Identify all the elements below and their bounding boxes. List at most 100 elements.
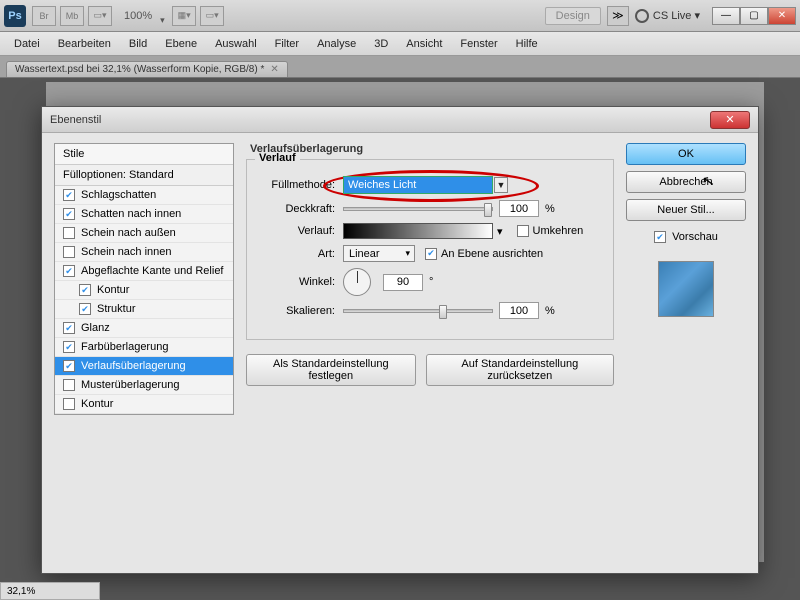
- reverse-checkbox[interactable]: [517, 225, 529, 237]
- angle-dial[interactable]: [343, 268, 371, 296]
- menu-bearbeiten[interactable]: Bearbeiten: [50, 35, 119, 53]
- workspace-next-icon[interactable]: ≫: [607, 6, 629, 26]
- style-item[interactable]: Verlaufsüberlagerung: [55, 357, 233, 376]
- style-item-label: Schlagschatten: [81, 189, 156, 201]
- menu-auswahl[interactable]: Auswahl: [207, 35, 265, 53]
- style-checkbox[interactable]: [63, 379, 75, 391]
- cslive-menu[interactable]: CS Live ▾: [635, 9, 700, 23]
- settings-panel: Verlaufsüberlagerung Verlauf Füllmethode…: [246, 143, 614, 563]
- dialog-title: Ebenenstil: [50, 114, 101, 126]
- document-tab-label: Wassertext.psd bei 32,1% (Wasserform Kop…: [15, 64, 264, 75]
- chevron-down-icon[interactable]: ▾: [497, 225, 503, 238]
- style-item[interactable]: Farbüberlagerung: [55, 338, 233, 357]
- menu-ansicht[interactable]: Ansicht: [398, 35, 450, 53]
- zoom-dropdown-icon[interactable]: [160, 10, 172, 22]
- menu-3d[interactable]: 3D: [366, 35, 396, 53]
- reset-default-button[interactable]: Auf Standardeinstellung zurücksetzen: [426, 354, 614, 386]
- style-checkbox[interactable]: [63, 246, 75, 258]
- arrange-icon[interactable]: ▦▾: [172, 6, 196, 26]
- document-tab[interactable]: Wassertext.psd bei 32,1% (Wasserform Kop…: [6, 61, 288, 77]
- workspace-button[interactable]: Design: [545, 7, 601, 25]
- fill-options[interactable]: Fülloptionen: Standard: [55, 165, 233, 186]
- angle-field[interactable]: [383, 274, 423, 291]
- style-item-label: Glanz: [81, 322, 110, 334]
- opacity-slider[interactable]: [343, 207, 493, 211]
- slider-thumb[interactable]: [439, 305, 447, 319]
- style-item[interactable]: Musterüberlagerung: [55, 376, 233, 395]
- gradient-swatch[interactable]: [343, 223, 493, 239]
- style-item-label: Verlaufsüberlagerung: [81, 360, 186, 372]
- scale-slider[interactable]: [343, 309, 493, 313]
- style-checkbox[interactable]: [79, 303, 91, 315]
- style-checkbox[interactable]: [63, 398, 75, 410]
- styles-header[interactable]: Stile: [55, 144, 233, 165]
- style-item[interactable]: Struktur: [55, 300, 233, 319]
- slider-thumb[interactable]: [484, 203, 492, 217]
- tab-close-icon[interactable]: ✕: [270, 64, 278, 75]
- ok-button[interactable]: OK: [626, 143, 746, 165]
- chevron-down-icon[interactable]: ▼: [494, 177, 508, 193]
- label-preview: Vorschau: [672, 231, 718, 243]
- make-default-button[interactable]: Als Standardeinstellung festlegen: [246, 354, 416, 386]
- bridge-icon[interactable]: Br: [32, 6, 56, 26]
- minimize-button[interactable]: —: [712, 7, 740, 25]
- preview-checkbox[interactable]: [654, 231, 666, 243]
- style-checkbox[interactable]: [79, 284, 91, 296]
- style-checkbox[interactable]: [63, 360, 75, 372]
- scale-field[interactable]: [499, 302, 539, 319]
- menu-ebene[interactable]: Ebene: [157, 35, 205, 53]
- pct-label: %: [545, 305, 555, 317]
- photoshop-icon: Ps: [4, 5, 26, 27]
- viewmode-icon[interactable]: ▭▾: [88, 6, 112, 26]
- style-item[interactable]: Schein nach innen: [55, 243, 233, 262]
- blendmode-select[interactable]: Weiches Licht ▼: [343, 176, 493, 194]
- style-item[interactable]: Kontur: [55, 395, 233, 414]
- style-item[interactable]: Schein nach außen: [55, 224, 233, 243]
- menu-bild[interactable]: Bild: [121, 35, 155, 53]
- app-close-button[interactable]: ✕: [768, 7, 796, 25]
- maximize-button[interactable]: ▢: [740, 7, 768, 25]
- group-title: Verlauf: [255, 152, 300, 164]
- label-style: Art:: [257, 248, 335, 260]
- style-checkbox[interactable]: [63, 341, 75, 353]
- style-checkbox[interactable]: [63, 208, 75, 220]
- status-bar-zoom[interactable]: 32,1%: [0, 582, 100, 600]
- degree-label: °: [429, 276, 433, 288]
- style-item-label: Farbüberlagerung: [81, 341, 168, 353]
- style-item[interactable]: Abgeflachte Kante und Relief: [55, 262, 233, 281]
- section-title: Verlaufsüberlagerung: [246, 143, 614, 155]
- new-style-button[interactable]: Neuer Stil...: [626, 199, 746, 221]
- menu-fenster[interactable]: Fenster: [452, 35, 505, 53]
- menu-datei[interactable]: Datei: [6, 35, 48, 53]
- menu-filter[interactable]: Filter: [267, 35, 307, 53]
- styles-column: Stile Fülloptionen: Standard Schlagschat…: [54, 143, 234, 563]
- style-item-label: Schein nach innen: [81, 246, 172, 258]
- style-checkbox[interactable]: [63, 227, 75, 239]
- style-item[interactable]: Schatten nach innen: [55, 205, 233, 224]
- screenmode-icon[interactable]: ▭▾: [200, 6, 224, 26]
- label-blendmode: Füllmethode:: [257, 179, 335, 191]
- style-checkbox[interactable]: [63, 322, 75, 334]
- menu-hilfe[interactable]: Hilfe: [508, 35, 546, 53]
- style-item[interactable]: Kontur: [55, 281, 233, 300]
- opacity-field[interactable]: [499, 200, 539, 217]
- style-item-label: Schatten nach innen: [81, 208, 181, 220]
- cancel-button[interactable]: Abbrechen: [626, 171, 746, 193]
- dialog-close-button[interactable]: ✕: [710, 111, 750, 129]
- align-checkbox[interactable]: [425, 248, 437, 260]
- minibridge-icon[interactable]: Mb: [60, 6, 84, 26]
- layer-style-dialog: Ebenenstil ✕ Stile Fülloptionen: Standar…: [41, 106, 759, 574]
- style-item[interactable]: Glanz: [55, 319, 233, 338]
- preview-swatch: [658, 261, 714, 317]
- style-select[interactable]: Linear: [343, 245, 415, 262]
- menu-analyse[interactable]: Analyse: [309, 35, 364, 53]
- style-item-label: Abgeflachte Kante und Relief: [81, 265, 224, 277]
- style-checkbox[interactable]: [63, 265, 75, 277]
- dialog-title-bar[interactable]: Ebenenstil ✕: [42, 107, 758, 133]
- zoom-level[interactable]: 100%: [124, 10, 152, 22]
- style-item-label: Schein nach außen: [81, 227, 176, 239]
- style-checkbox[interactable]: [63, 189, 75, 201]
- style-item[interactable]: Schlagschatten: [55, 186, 233, 205]
- dialog-buttons-column: OK Abbrechen Neuer Stil... Vorschau: [626, 143, 746, 563]
- menu-bar: Datei Bearbeiten Bild Ebene Auswahl Filt…: [0, 32, 800, 56]
